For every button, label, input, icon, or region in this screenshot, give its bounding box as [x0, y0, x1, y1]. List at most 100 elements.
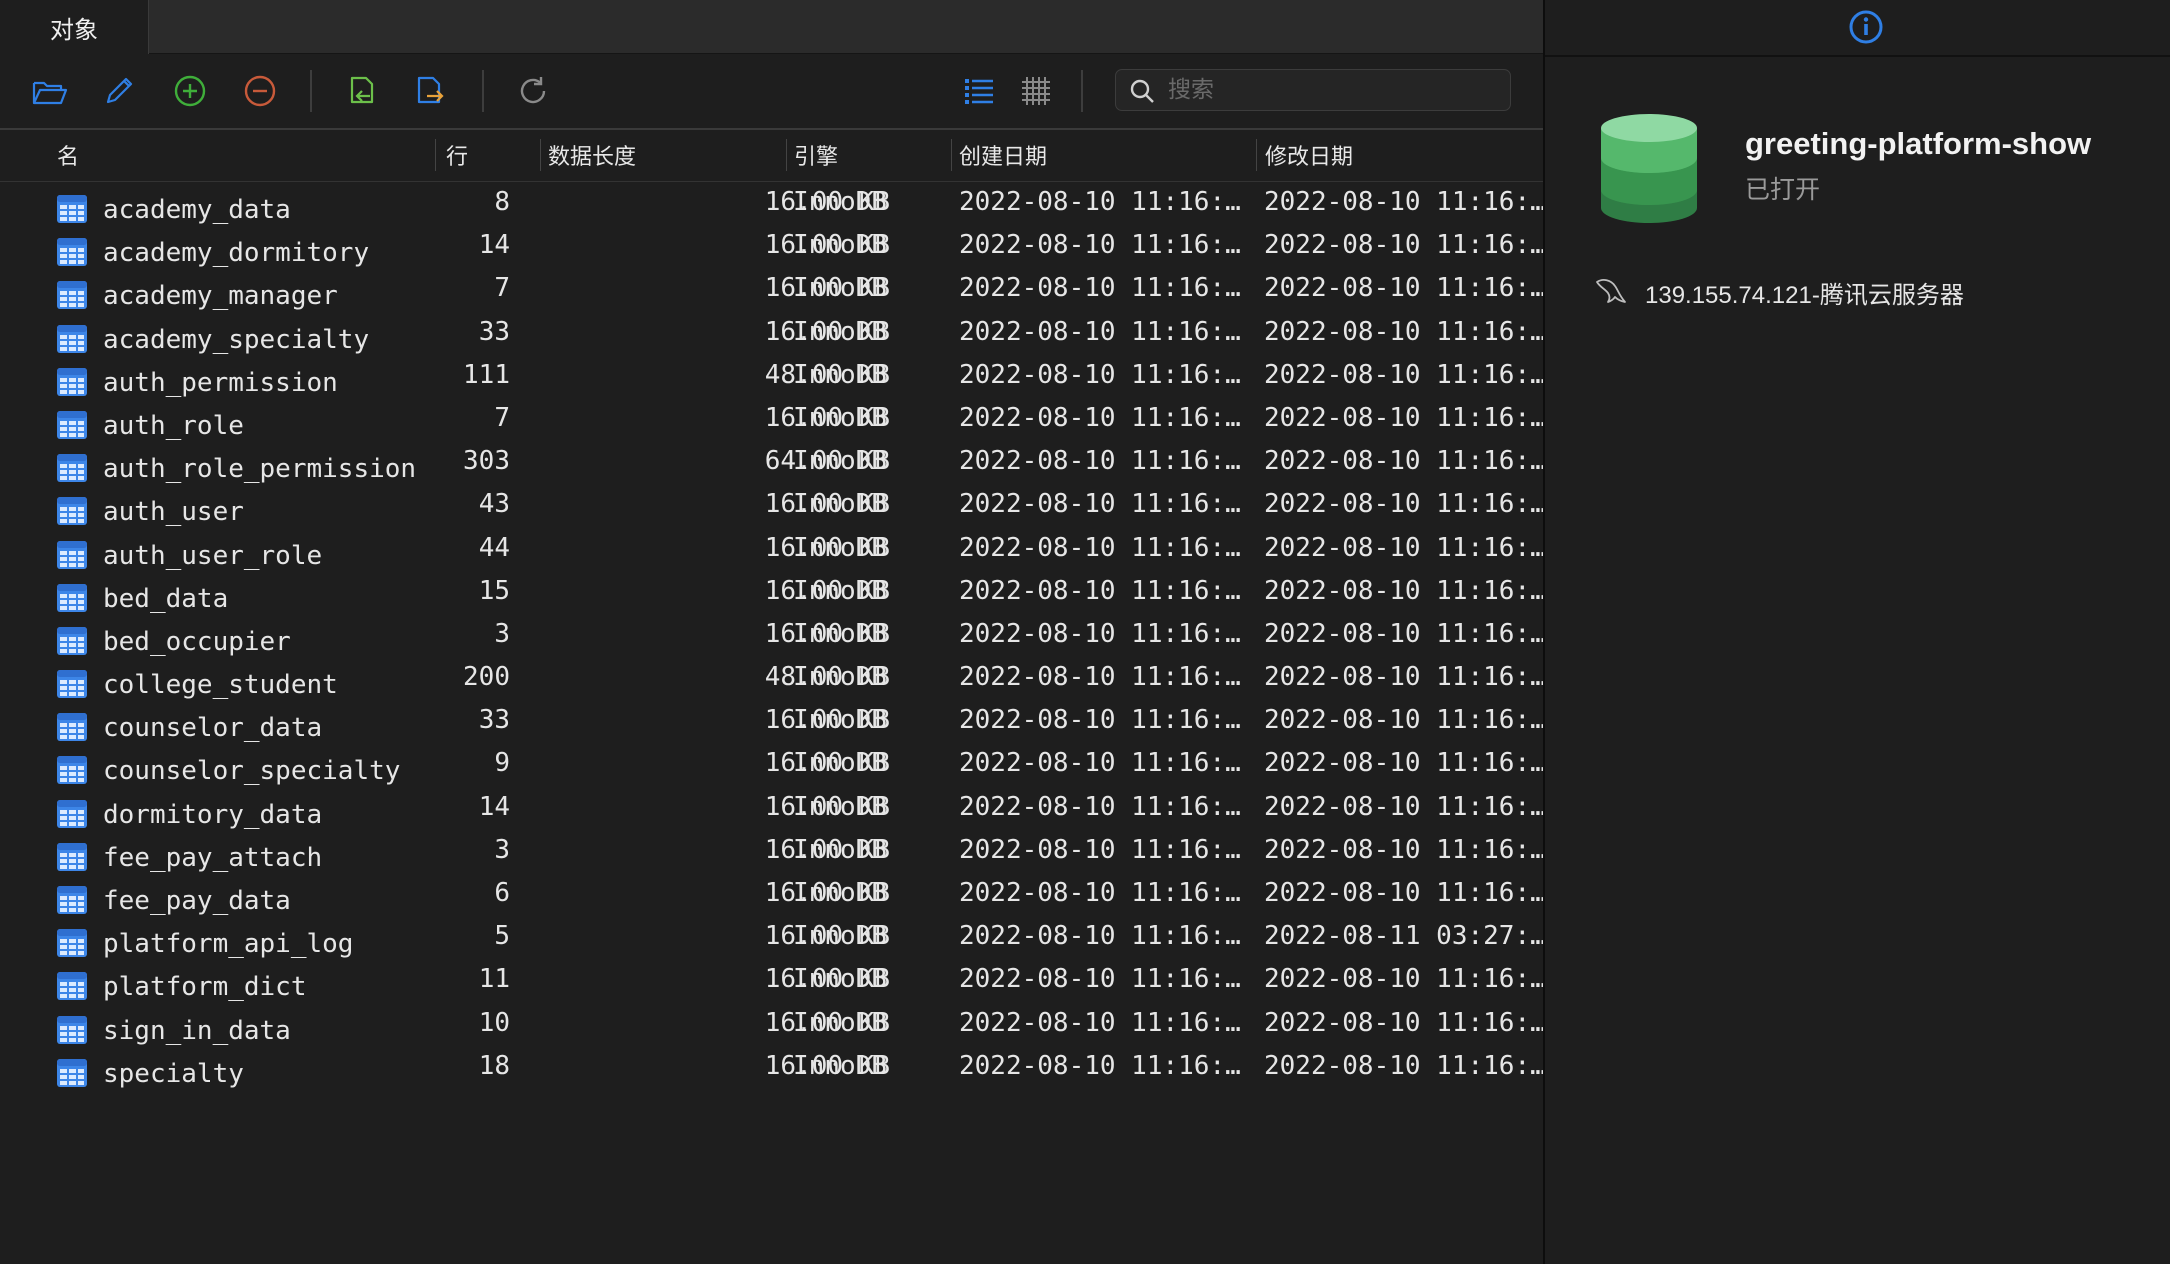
table-row[interactable]: college_student 200 48.00 KB InnoDB 2022-08-…: [0, 656, 1546, 700]
column-header-modified[interactable]: 修改日期: [1265, 129, 1353, 181]
column-divider[interactable]: [786, 139, 787, 171]
table-icon: [56, 841, 88, 873]
column-header-name[interactable]: 名: [57, 129, 79, 181]
table-engine: InnoDB: [793, 878, 887, 908]
table-row[interactable]: auth_permission 111 48.00 KB InnoDB 2022-08-…: [0, 354, 1546, 398]
connection-label: 139.155.74.121-腾讯云服务器: [1645, 282, 1964, 309]
table-row-count: 11: [478, 964, 510, 995]
table-row[interactable]: auth_role 7 16.00 KB InnoDB 2022-08-10 11:16…: [0, 397, 1546, 441]
table-row-count: 111: [463, 359, 510, 390]
list-view-icon[interactable]: [958, 70, 1000, 112]
table-engine: InnoDB: [793, 359, 887, 390]
table-engine: InnoDB: [793, 230, 887, 261]
table-row-count: 3: [494, 834, 510, 865]
column-divider[interactable]: [951, 139, 952, 171]
table-engine: InnoDB: [793, 1007, 887, 1038]
mysql-dolphin-icon: [1596, 279, 1626, 303]
table-icon: [56, 539, 88, 571]
grid-view-icon[interactable]: [1015, 70, 1057, 112]
table-engine: InnoDB: [793, 705, 887, 736]
column-divider[interactable]: [540, 139, 541, 171]
table-modified-date: 2022-08-10 11:16:…: [1264, 446, 1546, 477]
table-engine: InnoDB: [793, 575, 887, 606]
table-engine: InnoDB: [793, 273, 887, 304]
table-engine: InnoDB: [793, 834, 887, 865]
table-row-count: 7: [494, 402, 510, 433]
column-divider[interactable]: [1256, 139, 1257, 171]
table-row[interactable]: counselor_data 33 16.00 KB InnoDB 2022-08-10…: [0, 699, 1546, 743]
column-header-engine[interactable]: 引擎: [794, 129, 838, 181]
table-row[interactable]: fee_pay_attach 3 16.00 KB InnoDB 2022-08-10 …: [0, 829, 1546, 873]
table-row[interactable]: bed_data 15 16.00 KB InnoDB 2022-08-10 11:16…: [0, 570, 1546, 614]
column-header-rows[interactable]: 行: [446, 129, 468, 181]
table-row[interactable]: bed_occupier 3 16.00 KB InnoDB 2022-08-10 11…: [0, 613, 1546, 657]
toolbar: [0, 54, 1543, 130]
table-created-date: 2022-08-10 11:16:…: [959, 705, 1241, 736]
table-created-date: 2022-08-10 11:16:…: [959, 532, 1241, 563]
table-modified-date: 2022-08-10 11:16:…: [1264, 1050, 1546, 1081]
database-icon: [1601, 114, 1697, 223]
table-created-date: 2022-08-10 11:16:…: [959, 489, 1241, 520]
table-icon: [56, 279, 88, 311]
table-modified-date: 2022-08-10 11:16:…: [1264, 705, 1546, 736]
table-row[interactable]: platform_api_log 5 16.00 KB InnoDB 2022-08-1…: [0, 915, 1546, 959]
open-table-icon[interactable]: [29, 70, 71, 112]
import-icon[interactable]: [340, 70, 382, 112]
export-icon[interactable]: [409, 70, 451, 112]
table-engine: InnoDB: [793, 791, 887, 822]
table-row[interactable]: auth_user_role 44 16.00 KB InnoDB 2022-08-10…: [0, 527, 1546, 571]
column-header-data-length[interactable]: 数据长度: [548, 129, 636, 181]
table-icon: [56, 625, 88, 657]
table-row-count: 43: [478, 489, 510, 520]
table-row[interactable]: academy_manager 7 16.00 KB InnoDB 2022-08-10…: [0, 267, 1546, 311]
table-row[interactable]: auth_role_permission 303 64.00 KB InnoDB 202…: [0, 440, 1546, 484]
tab-objects[interactable]: 对象: [0, 0, 149, 54]
delete-table-icon[interactable]: [239, 70, 281, 112]
table-row[interactable]: academy_data 8 16.00 KB InnoDB 2022-08-10 11…: [0, 181, 1546, 225]
table-row[interactable]: specialty 18 16.00 KB InnoDB 2022-08-10 11:1…: [0, 1045, 1546, 1089]
search-input[interactable]: [1168, 70, 1498, 110]
table-modified-date: 2022-08-10 11:16:…: [1264, 187, 1546, 217]
refresh-icon[interactable]: [512, 70, 554, 112]
search-icon: [1130, 79, 1154, 103]
table-icon: [56, 452, 88, 484]
table-engine: InnoDB: [793, 402, 887, 433]
info-icon[interactable]: [1848, 9, 1884, 45]
column-divider[interactable]: [435, 139, 436, 171]
table-created-date: 2022-08-10 11:16:…: [959, 230, 1241, 261]
table-modified-date: 2022-08-10 11:16:…: [1264, 273, 1546, 304]
column-header-created[interactable]: 创建日期: [959, 129, 1047, 181]
objects-panel: 对象 搜索 名 行 数据长度 引擎 创建日期 修改日期 academy_data…: [0, 0, 1546, 1264]
table-icon: [56, 668, 88, 700]
table-icon: [56, 754, 88, 786]
table-row[interactable]: dormitory_data 14 16.00 KB InnoDB 2022-08-10…: [0, 786, 1546, 830]
table-engine: InnoDB: [793, 316, 887, 347]
table-header: 名 行 数据长度 引擎 创建日期 修改日期: [0, 129, 1543, 182]
table-row[interactable]: sign_in_data 10 16.00 KB InnoDB 2022-08-10 1…: [0, 1002, 1546, 1046]
table-icon: [56, 1057, 88, 1089]
table-row[interactable]: academy_dormitory 14 16.00 KB InnoDB 2022-08…: [0, 224, 1546, 268]
table-row[interactable]: platform_dict 11 16.00 KB InnoDB 2022-08-10 …: [0, 958, 1546, 1002]
table-created-date: 2022-08-10 11:16:…: [959, 964, 1241, 995]
table-row[interactable]: fee_pay_data 6 16.00 KB InnoDB 2022-08-10 11…: [0, 872, 1546, 916]
table-created-date: 2022-08-10 11:16:…: [959, 878, 1241, 908]
table-modified-date: 2022-08-10 11:16:…: [1264, 878, 1546, 908]
table-modified-date: 2022-08-10 11:16:…: [1264, 964, 1546, 995]
table-row-count: 14: [478, 791, 510, 822]
table-created-date: 2022-08-10 11:16:…: [959, 402, 1241, 433]
table-created-date: 2022-08-10 11:16:…: [959, 791, 1241, 822]
table-row[interactable]: academy_specialty 33 16.00 KB InnoDB 2022-08…: [0, 311, 1546, 355]
table-row-count: 18: [478, 1050, 510, 1081]
table-engine: InnoDB: [793, 1050, 887, 1081]
table-row[interactable]: auth_user 43 16.00 KB InnoDB 2022-08-10 11:1…: [0, 483, 1546, 527]
table-row-count: 6: [494, 878, 510, 908]
table-icon: [56, 409, 88, 441]
design-table-icon[interactable]: [98, 70, 140, 112]
table-modified-date: 2022-08-10 11:16:…: [1264, 791, 1546, 822]
table-icon: [56, 323, 88, 355]
table-row[interactable]: counselor_specialty 9 16.00 KB InnoDB 2022-0…: [0, 742, 1546, 786]
table-created-date: 2022-08-10 11:16:…: [959, 834, 1241, 865]
sidebar-toolbar: [1545, 0, 2170, 57]
table-icon: [56, 495, 88, 527]
new-table-icon[interactable]: [169, 70, 211, 112]
